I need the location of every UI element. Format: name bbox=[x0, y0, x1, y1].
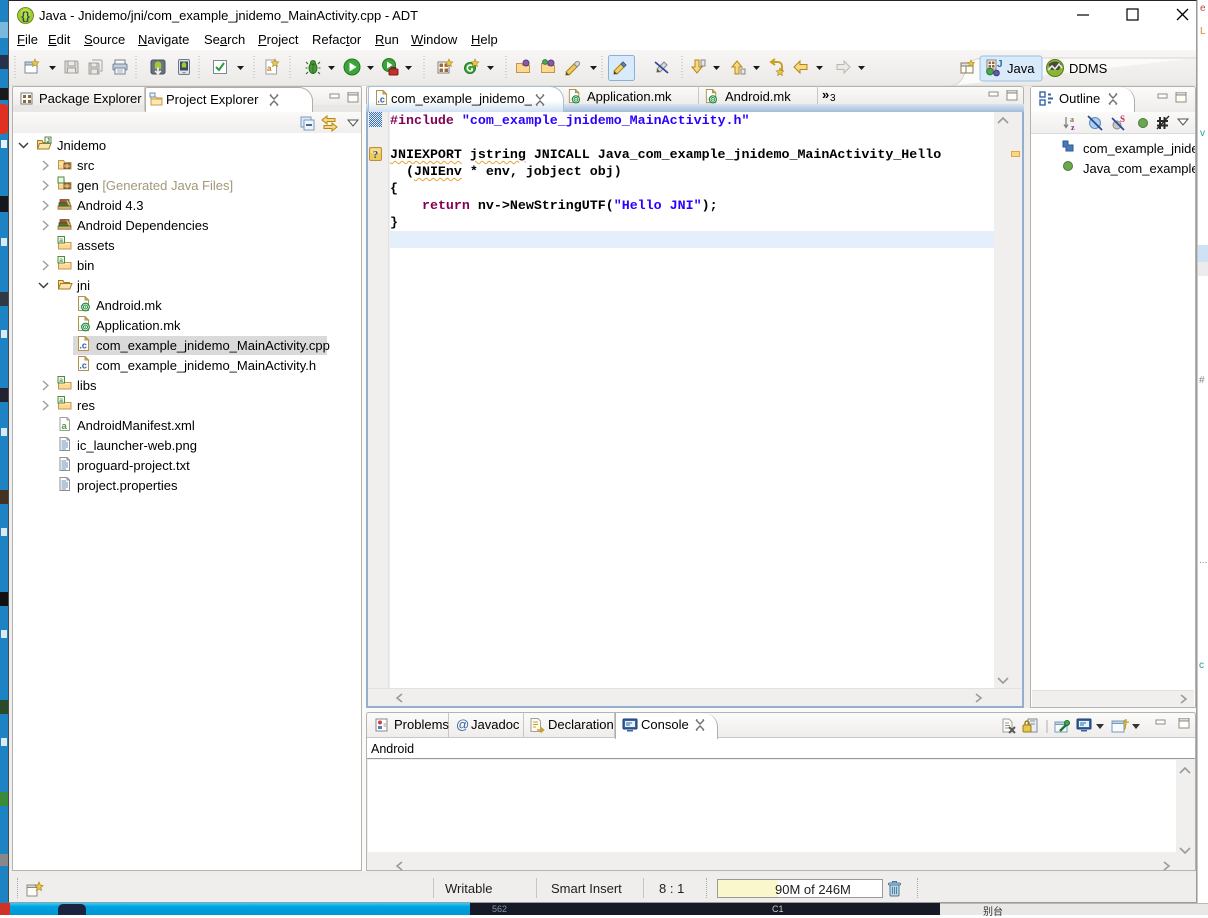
svg-text:a: a bbox=[59, 257, 63, 264]
svg-text:a: a bbox=[59, 237, 63, 244]
svg-text:J: J bbox=[997, 59, 1003, 70]
svg-text:S: S bbox=[1120, 114, 1125, 124]
svg-text:?: ? bbox=[373, 149, 379, 161]
svg-text:a: a bbox=[267, 64, 272, 73]
svg-text:{}: {} bbox=[21, 11, 30, 23]
svg-text:DDMS: DDMS bbox=[1069, 61, 1108, 76]
svg-text:a: a bbox=[59, 397, 63, 404]
svg-text:a: a bbox=[59, 377, 63, 384]
svg-text:z: z bbox=[1071, 123, 1075, 132]
svg-text:J: J bbox=[47, 138, 50, 144]
svg-text:Java: Java bbox=[1007, 61, 1035, 76]
